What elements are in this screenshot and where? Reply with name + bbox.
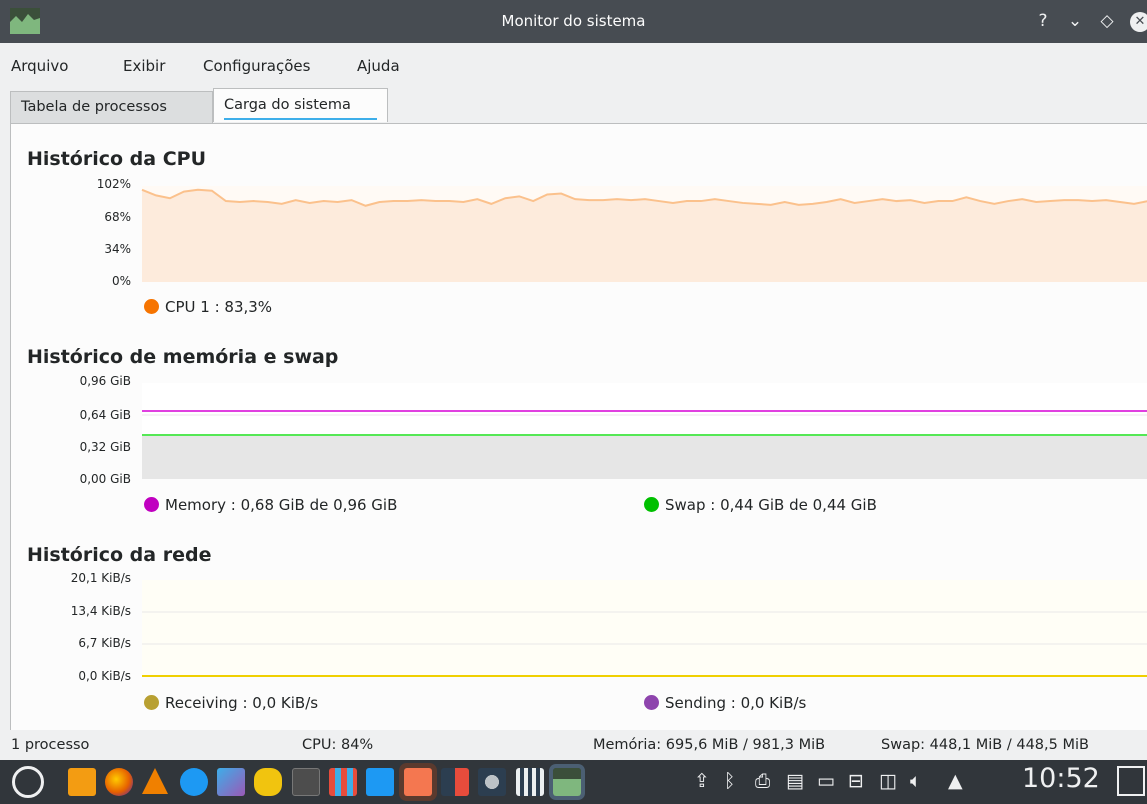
memory-legend-dot bbox=[144, 497, 159, 512]
storage-icon[interactable]: ⊟ bbox=[848, 770, 864, 792]
swap-legend-label: Swap : 0,44 GiB de 0,44 GiB bbox=[665, 496, 877, 514]
cpu-legend-item: CPU 1 : 83,3% bbox=[144, 298, 272, 316]
memory-tick-label: 0,64 GiB bbox=[79, 408, 131, 422]
network-history-title: Histórico da rede bbox=[27, 544, 212, 566]
file-manager-icon[interactable] bbox=[68, 768, 96, 796]
series-area-swap bbox=[142, 435, 1147, 479]
cpu-tick-label: 0% bbox=[111, 274, 131, 288]
battery-icon[interactable]: ▭ bbox=[817, 770, 835, 792]
menu-arquivo[interactable]: Arquivo bbox=[11, 57, 68, 75]
status-bar: 1 processo CPU: 84% Memória: 695,6 MiB /… bbox=[0, 730, 1147, 760]
vlc-icon[interactable] bbox=[142, 768, 168, 794]
tab-label: Tabela de processos bbox=[21, 99, 167, 115]
system-monitor-icon[interactable] bbox=[553, 768, 581, 796]
volume-icon[interactable]: 🔈︎ bbox=[910, 770, 921, 792]
memory-history-chart bbox=[142, 383, 1147, 479]
sending-legend-dot bbox=[644, 695, 659, 710]
menu-ajuda[interactable]: Ajuda bbox=[357, 57, 400, 75]
active-tab-indicator bbox=[224, 118, 377, 120]
network-tick-label: 13,4 KiB/s bbox=[70, 604, 131, 618]
firefox-icon[interactable] bbox=[105, 768, 133, 796]
window-title: Monitor do sistema bbox=[501, 12, 646, 30]
sending-legend-label: Sending : 0,0 KiB/s bbox=[665, 694, 807, 712]
audio-icon[interactable] bbox=[180, 768, 208, 796]
show-desktop-icon[interactable] bbox=[1117, 766, 1145, 796]
minimize-button[interactable]: ⌄ bbox=[1064, 9, 1086, 33]
receiving-legend-item: Receiving : 0,0 KiB/s bbox=[144, 694, 318, 712]
archive-icon[interactable] bbox=[516, 768, 544, 796]
cpu-history-title: Histórico da CPU bbox=[27, 148, 207, 170]
menu-configuracoes[interactable]: Configurações bbox=[203, 57, 310, 75]
cpu-tick-label: 102% bbox=[96, 177, 131, 191]
cpu-legend-label: CPU 1 : 83,3% bbox=[165, 298, 273, 316]
cpu-history-chart bbox=[141, 186, 1147, 282]
clock[interactable]: 10:52 bbox=[1022, 763, 1100, 794]
tab-system-load[interactable]: Carga do sistema bbox=[213, 88, 388, 122]
window-titlebar[interactable]: Monitor do sistema ? ⌄ ◇ ✕ bbox=[0, 0, 1147, 43]
close-button[interactable]: ✕ bbox=[1130, 12, 1147, 32]
memory-tick-label: 0,00 GiB bbox=[79, 472, 131, 486]
terminal-icon[interactable] bbox=[292, 768, 320, 796]
process-count: 1 processo bbox=[11, 737, 90, 753]
memory-history-title: Histórico de memória e swap bbox=[27, 346, 339, 368]
network-tick-label: 20,1 KiB/s bbox=[70, 571, 131, 585]
receiving-legend-dot bbox=[144, 695, 159, 710]
tray-expand-icon[interactable]: ▲ bbox=[948, 770, 963, 792]
memory-tick-label: 0,32 GiB bbox=[79, 440, 131, 454]
network-tick-label: 6,7 KiB/s bbox=[78, 636, 131, 650]
memory-tick-label: 0,96 GiB bbox=[79, 374, 131, 388]
printer-icon[interactable]: ⎙ bbox=[755, 770, 770, 792]
system-load-panel: Histórico da CPU 102% 68% 34% 0% CPU 1 :… bbox=[10, 123, 1147, 731]
plot-background bbox=[142, 580, 1147, 676]
menu-bar: Arquivo Exibir Configurações Ajuda bbox=[0, 43, 1147, 88]
maximize-button[interactable]: ◇ bbox=[1096, 9, 1118, 33]
update-icon[interactable]: ⇪ bbox=[694, 770, 710, 792]
tab-label: Carga do sistema bbox=[224, 97, 351, 113]
tux-icon[interactable] bbox=[478, 768, 506, 796]
notes-icon[interactable] bbox=[404, 768, 432, 796]
bluetooth-icon[interactable]: ᛒ bbox=[724, 770, 735, 792]
tab-bar: Tabela de processos Carga do sistema bbox=[0, 88, 1147, 124]
documents-icon[interactable] bbox=[366, 768, 394, 796]
cpu-tick-label: 34% bbox=[104, 242, 131, 256]
kickoff-icon[interactable] bbox=[12, 766, 44, 798]
menu-exibir[interactable]: Exibir bbox=[123, 57, 165, 75]
kde-hand-icon[interactable] bbox=[254, 768, 282, 796]
music-icon[interactable] bbox=[441, 768, 469, 796]
image-viewer-icon[interactable] bbox=[217, 768, 245, 796]
taskbar: ⇪ ᛒ ⎙ ▤ ▭ ⊟ ◫ 🔈︎ ▲ 10:52 bbox=[0, 760, 1147, 804]
help-button[interactable]: ? bbox=[1032, 9, 1054, 33]
sending-legend-item: Sending : 0,0 KiB/s bbox=[644, 694, 806, 712]
memory-legend-label: Memory : 0,68 GiB de 0,96 GiB bbox=[165, 496, 398, 514]
clipboard-icon[interactable]: ▤ bbox=[786, 770, 804, 792]
swap-legend-item: Swap : 0,44 GiB de 0,44 GiB bbox=[644, 496, 877, 514]
network-tick-label: 0,0 KiB/s bbox=[78, 669, 131, 683]
memory-status: Memória: 695,6 MiB / 981,3 MiB bbox=[593, 737, 826, 753]
cpu-legend-dot bbox=[144, 299, 159, 314]
cpu-tick-label: 68% bbox=[104, 210, 131, 224]
app-grid-icon[interactable] bbox=[329, 768, 357, 796]
memory-legend-item: Memory : 0,68 GiB de 0,96 GiB bbox=[144, 496, 397, 514]
receiving-legend-label: Receiving : 0,0 KiB/s bbox=[165, 694, 319, 712]
swap-status: Swap: 448,1 MiB / 448,5 MiB bbox=[881, 737, 1089, 753]
network-icon[interactable]: ◫ bbox=[879, 770, 897, 792]
tab-process-table[interactable]: Tabela de processos bbox=[10, 91, 213, 123]
swap-legend-dot bbox=[644, 497, 659, 512]
cpu-status: CPU: 84% bbox=[302, 737, 374, 753]
network-history-chart bbox=[142, 580, 1147, 677]
